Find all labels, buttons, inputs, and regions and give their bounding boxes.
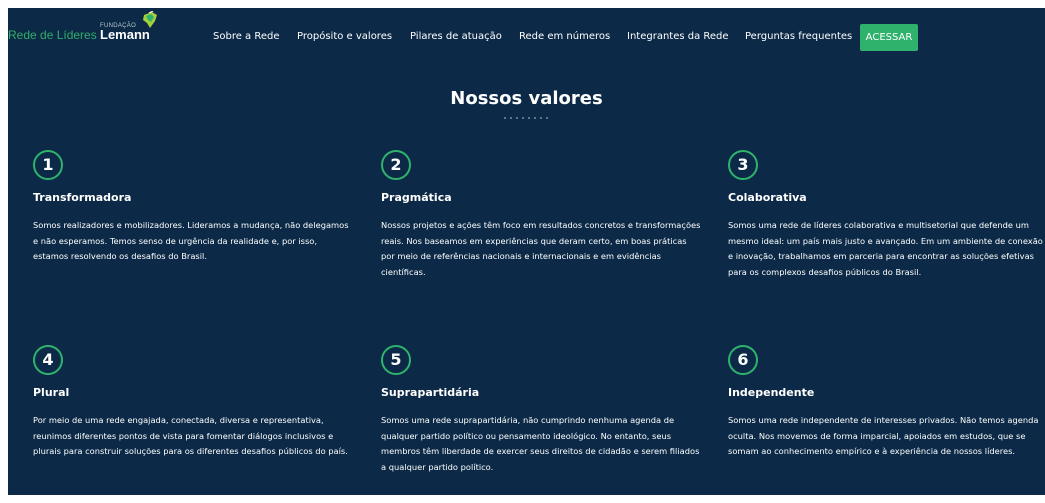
page-frame: Rede de Líderes FUNDAÇÃO Lemann Sobre a … <box>8 8 1045 495</box>
section-title: Nossos valores <box>450 88 603 109</box>
value-description: Por meio de uma rede engajada, conectada… <box>33 415 348 457</box>
value-number-badge: 1 <box>33 150 63 180</box>
value-description: Somos uma rede de líderes colaborativa e… <box>728 220 1043 278</box>
nav-sobre-a-rede[interactable]: Sobre a Rede <box>213 31 280 42</box>
nav-pilares-de-atuacao[interactable]: Pilares de atuação <box>410 31 502 42</box>
brazil-map-leaf-icon <box>143 11 157 28</box>
nav-integrantes-da-rede[interactable]: Integrantes da Rede <box>627 31 729 42</box>
value-description: Somos uma rede independente de interesse… <box>728 415 1039 457</box>
value-title: Colaborativa <box>728 191 807 204</box>
value-number-badge: 3 <box>728 150 758 180</box>
value-title: Plural <box>33 386 70 399</box>
value-number-badge: 2 <box>381 150 411 180</box>
acessar-button[interactable]: ACESSAR <box>860 24 918 51</box>
value-number-badge: 6 <box>728 345 758 375</box>
value-title: Transformadora <box>33 191 132 204</box>
title-dots-divider <box>504 117 550 121</box>
nav-perguntas-frequentes[interactable]: Perguntas frequentes <box>745 31 852 42</box>
nav-proposito-e-valores[interactable]: Propósito e valores <box>297 31 392 42</box>
value-number-badge: 5 <box>381 345 411 375</box>
value-description: Somos realizadores e mobilizadores. Lide… <box>33 220 349 262</box>
value-title: Pragmática <box>381 191 452 204</box>
navbar: Rede de Líderes FUNDAÇÃO Lemann Sobre a … <box>8 8 1045 60</box>
value-number-badge: 4 <box>33 345 63 375</box>
logo-rede-text: Rede de Líderes <box>8 28 97 42</box>
nav-rede-em-numeros[interactable]: Rede em números <box>519 31 610 42</box>
logo[interactable]: Rede de Líderes FUNDAÇÃO Lemann <box>8 8 168 60</box>
value-title: Suprapartidária <box>381 386 480 399</box>
value-title: Independente <box>728 386 815 399</box>
value-description: Somos uma rede suprapartidária, não cump… <box>381 415 700 473</box>
value-description: Nossos projetos e ações têm foco em resu… <box>381 220 701 278</box>
